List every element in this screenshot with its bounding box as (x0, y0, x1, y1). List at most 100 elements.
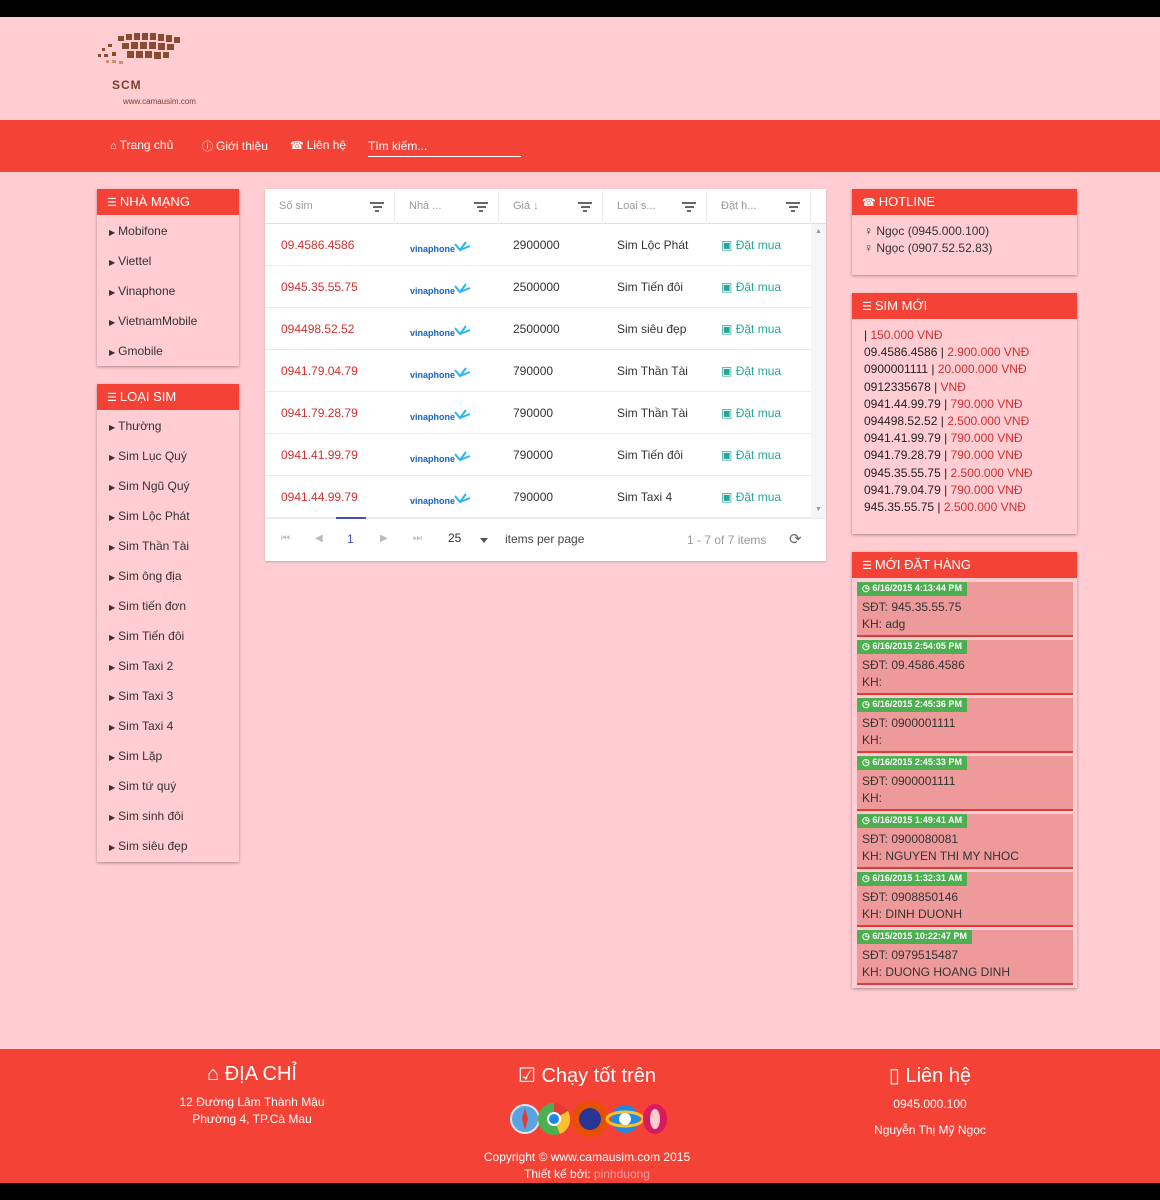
grid-scrollbar[interactable]: ▲ ▼ (811, 224, 826, 518)
hotline-panel: ☎ HOTLINE ♀ Ngọc (0945.000.100) ♀ Ngọc (0… (852, 189, 1077, 275)
page-size-select[interactable]: 25 (448, 531, 461, 545)
contact-title: Liên hệ (905, 1065, 972, 1087)
order-button[interactable]: ▣ Đặt mua (721, 322, 781, 336)
nav-about[interactable]: ⓘ Giới thiệu (202, 138, 268, 154)
phone-icon: ☎ (290, 140, 304, 152)
sim-number[interactable]: 094498.52.52 (281, 322, 354, 336)
scroll-up-icon[interactable]: ▲ (815, 228, 822, 235)
newsim-item[interactable]: 09.4586.4586 | 2.900.000 VNĐ (864, 344, 1065, 361)
simtypes-item[interactable]: ▶ Thường (97, 411, 239, 441)
col-header-order[interactable]: Đặt h... (707, 189, 811, 224)
simtypes-item[interactable]: ▶ Sim Thần Tài (97, 531, 239, 561)
col-header-type[interactable]: Loại s... (603, 189, 707, 224)
refresh-icon[interactable]: ⟳ (789, 530, 802, 548)
table-row[interactable]: 0941.79.28.79 vinaphone 790000 Sim Thần Tài… (265, 392, 811, 434)
order-phone: SĐT: 0900001111 (862, 716, 956, 730)
nav-home[interactable]: ⌂ Trang chủ (110, 138, 173, 152)
order-time: 6/15/2015 10:22:47 PM (872, 931, 967, 941)
newsim-item[interactable]: 0941.79.28.79 | 790.000 VNĐ (864, 447, 1065, 464)
order-button[interactable]: ▣ Đặt mua (721, 406, 781, 420)
col-header-price[interactable]: Giá ↓ (499, 189, 603, 224)
simtypes-item[interactable]: ▶ Sim Lục Quý (97, 441, 239, 471)
simtypes-item[interactable]: ▶ Sim siêu đẹp (97, 831, 239, 861)
caret-right-icon: ▶ (109, 318, 116, 327)
hotline-item[interactable]: ♀ Ngọc (0907.52.52.83) (864, 240, 1065, 257)
next-page-icon[interactable]: ▶ (380, 533, 388, 544)
networks-item[interactable]: ▶ Viettel (97, 246, 239, 276)
networks-item[interactable]: ▶ Mobifone (97, 216, 239, 246)
footer-browsers: ☑ Chạy tốt trên (437, 1063, 737, 1096)
order-item[interactable]: ◷ 6/16/2015 2:45:33 PM SĐT: 0900001111 KH: (857, 756, 1073, 811)
order-item[interactable]: ◷ 6/15/2015 10:22:47 PM SĐT: 0979515487 KH… (857, 930, 1073, 985)
filter-icon[interactable] (682, 202, 696, 212)
simtypes-item[interactable]: ▶ Sim Lộc Phát (97, 501, 239, 531)
last-page-icon[interactable]: ⏭ (413, 533, 422, 544)
sim-number[interactable]: 0941.79.04.79 (281, 364, 358, 378)
col-header-number[interactable]: Số sim (265, 189, 395, 224)
newsim-item[interactable]: 0900001111 | 20.000.000 VNĐ (864, 361, 1065, 378)
simtypes-item[interactable]: ▶ Sim tứ quý (97, 771, 239, 801)
sim-number[interactable]: 0941.44.99.79 (281, 490, 358, 504)
table-row[interactable]: 09.4586.4586 vinaphone 2900000 Sim Lộc Phát… (265, 224, 811, 266)
newsim-item[interactable]: 945.35.55.75 | 2.500.000 VNĐ (864, 499, 1065, 516)
sim-number[interactable]: 0941.41.99.79 (281, 448, 358, 462)
chevron-down-icon[interactable] (480, 538, 488, 543)
newsim-item[interactable]: 0941.41.99.79 | 790.000 VNĐ (864, 430, 1065, 447)
order-button[interactable]: ▣ Đặt mua (721, 280, 781, 294)
order-button[interactable]: ▣ Đặt mua (721, 490, 781, 504)
filter-icon[interactable] (578, 202, 592, 212)
simtypes-item[interactable]: ▶ Sim Tiến đôi (97, 621, 239, 651)
page-number[interactable]: 1 (347, 532, 354, 546)
order-item[interactable]: ◷ 6/16/2015 2:45:36 PM SĐT: 0900001111 KH: (857, 698, 1073, 753)
simtypes-item[interactable]: ▶ Sim sinh đôi (97, 801, 239, 831)
hotline-item[interactable]: ♀ Ngọc (0945.000.100) (864, 223, 1065, 240)
filter-icon[interactable] (370, 202, 384, 212)
sim-number[interactable]: 0945.35.55.75 (281, 280, 358, 294)
simtypes-item[interactable]: ▶ Sim tiến đơn (97, 591, 239, 621)
order-label: Đặt mua (735, 238, 782, 252)
order-item[interactable]: ◷ 6/16/2015 1:32:31 AM SĐT: 0908850146 KH:… (857, 872, 1073, 927)
scroll-down-icon[interactable]: ▼ (815, 506, 822, 513)
caret-right-icon: ▶ (109, 423, 116, 432)
order-button[interactable]: ▣ Đặt mua (721, 238, 781, 252)
networks-item[interactable]: ▶ VietnamMobile (97, 306, 239, 336)
order-item[interactable]: ◷ 6/16/2015 4:13:44 PM SĐT: 945.35.55.75 K… (857, 582, 1073, 637)
order-item[interactable]: ◷ 6/16/2015 1:49:41 AM SĐT: 0900080081 KH:… (857, 814, 1073, 869)
simtypes-header: ☰ LOẠI SIM (97, 384, 239, 410)
table-row[interactable]: 0941.79.04.79 vinaphone 790000 Sim Thần Tài… (265, 350, 811, 392)
order-item[interactable]: ◷ 6/16/2015 2:54:05 PM SĐT: 09.4586.4586 K… (857, 640, 1073, 695)
newsim-item[interactable]: 0912335678 | VNĐ (864, 379, 1065, 396)
table-row[interactable]: 0941.44.99.79 vinaphone 790000 Sim Taxi 4 ▣ … (265, 476, 811, 518)
table-row[interactable]: 0941.41.99.79 vinaphone 790000 Sim Tiến đôi… (265, 434, 811, 476)
simtypes-item[interactable]: ▶ Sim Taxi 3 (97, 681, 239, 711)
filter-icon[interactable] (474, 202, 488, 212)
order-label: Đặt mua (735, 406, 782, 420)
newsim-item[interactable]: 0941.44.99.79 | 790.000 VNĐ (864, 396, 1065, 413)
order-button[interactable]: ▣ Đặt mua (721, 448, 781, 462)
simtypes-item[interactable]: ▶ Sim Taxi 2 (97, 651, 239, 681)
sim-number[interactable]: 09.4586.4586 (281, 238, 354, 252)
networks-item[interactable]: ▶ Vinaphone (97, 276, 239, 306)
col-header-carrier[interactable]: Nhà ... (395, 189, 499, 224)
newsim-item[interactable]: 094498.52.52 | 2.500.000 VNĐ (864, 413, 1065, 430)
newsim-item[interactable]: 0941.79.04.79 | 790.000 VNĐ (864, 482, 1065, 499)
simtypes-item[interactable]: ▶ Sim Lặp (97, 741, 239, 771)
table-row[interactable]: 0945.35.55.75 vinaphone 2500000 Sim Tiến đô… (265, 266, 811, 308)
newsim-item[interactable]: | 150.000 VNĐ (864, 327, 1065, 344)
search-input[interactable] (368, 135, 521, 157)
first-page-icon[interactable]: ⏮ (281, 533, 290, 544)
simtypes-item[interactable]: ▶ Sim Taxi 4 (97, 711, 239, 741)
prev-page-icon[interactable]: ◀ (315, 533, 323, 544)
designer-link[interactable]: pinhduong (594, 1167, 650, 1181)
newsim-item[interactable]: 0945.35.55.75 | 2.500.000 VNĐ (864, 465, 1065, 482)
simtypes-item[interactable]: ▶ Sim Ngũ Quý (97, 471, 239, 501)
order-button[interactable]: ▣ Đặt mua (721, 364, 781, 378)
filter-icon[interactable] (786, 202, 800, 212)
col-header-order-label: Đặt h... (721, 200, 757, 212)
table-row[interactable]: 094498.52.52 vinaphone 2500000 Sim siêu đẹp… (265, 308, 811, 350)
simtypes-item[interactable]: ▶ Sim ông địa (97, 561, 239, 591)
copyright-block: Copyright © www.camausim.com 2015 Thiết … (430, 1149, 744, 1183)
sim-number[interactable]: 0941.79.28.79 (281, 406, 358, 420)
networks-item[interactable]: ▶ Gmobile (97, 336, 239, 366)
nav-contact[interactable]: ☎ Liên hệ (290, 138, 346, 152)
